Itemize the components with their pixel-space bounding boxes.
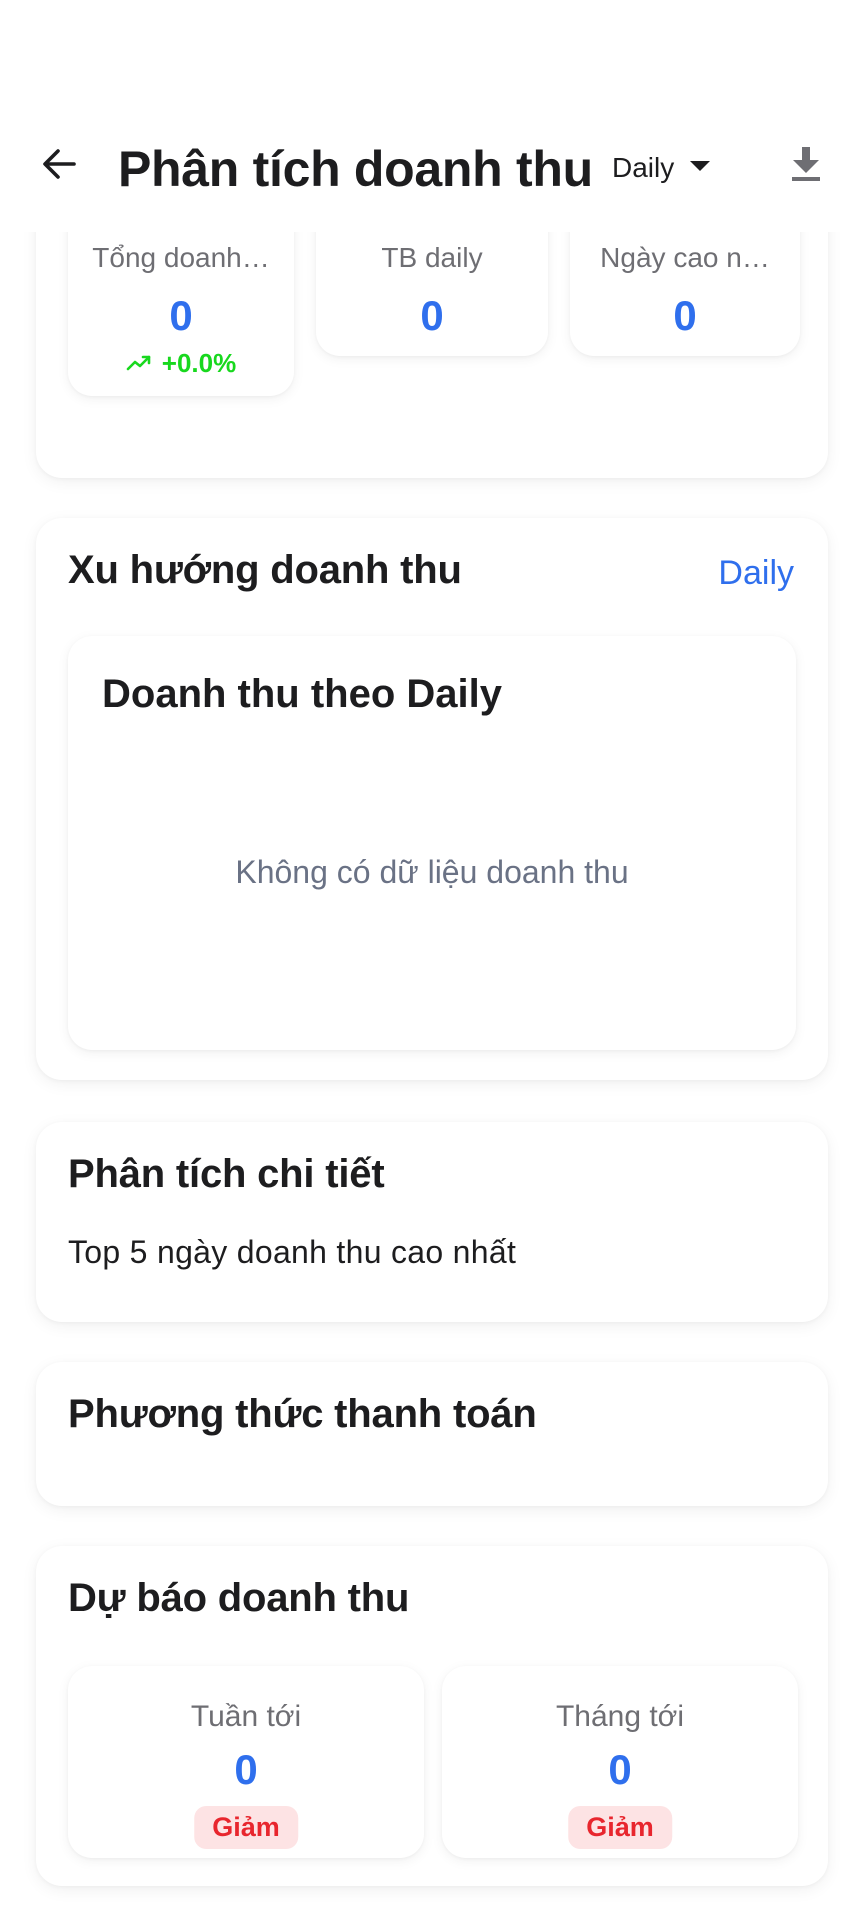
forecast-next-week: Tuần tới 0 Giảm xyxy=(68,1666,424,1858)
period-dropdown-value: Daily xyxy=(612,152,675,183)
chart-title: Doanh thu theo Daily xyxy=(102,672,502,716)
stat-value: 0 xyxy=(169,292,193,339)
forecast-value: 0 xyxy=(234,1746,258,1793)
forecast-label: Tuần tới xyxy=(190,1700,302,1733)
back-button[interactable] xyxy=(34,140,86,192)
stat-label: Ngày cao n… xyxy=(600,242,770,273)
stat-label: TB daily xyxy=(381,242,483,273)
download-icon xyxy=(788,144,824,189)
stat-label: Tổng doanh… xyxy=(92,242,270,273)
period-dropdown[interactable]: Daily xyxy=(612,148,712,188)
section-title: Dự báo doanh thu xyxy=(68,1576,410,1620)
download-button[interactable] xyxy=(780,140,832,192)
forecast-trend-badge: Giảm xyxy=(568,1806,672,1849)
forecast-label: Tháng tới xyxy=(555,1700,685,1733)
section-subtitle: Top 5 ngày doanh thu cao nhất xyxy=(68,1234,517,1270)
forecast-next-month: Tháng tới 0 Giảm xyxy=(442,1666,798,1858)
section-title: Phân tích chi tiết xyxy=(68,1152,385,1196)
trend-period-link[interactable]: Daily xyxy=(718,554,794,593)
revenue-chart: Doanh thu theo Daily Không có dữ liệu do… xyxy=(68,636,796,1050)
revenue-forecast-card: Dự báo doanh thu Tuần tới 0 Giảm Tháng t… xyxy=(36,1546,828,1886)
revenue-analysis-screen: Tổng doanh… 0 +0.0% TB daily 0 Ngày cao … xyxy=(0,0,864,1920)
stat-value: 0 xyxy=(420,292,444,339)
payment-methods-card: Phương thức thanh toán xyxy=(36,1362,828,1506)
caret-down-icon xyxy=(688,159,712,178)
detail-analysis-card: Phân tích chi tiết Top 5 ngày doanh thu … xyxy=(36,1122,828,1322)
summary-card: Tổng doanh… 0 +0.0% TB daily 0 Ngày cao … xyxy=(36,196,828,478)
section-title: Xu hướng doanh thu xyxy=(68,548,462,592)
revenue-trend-card: Xu hướng doanh thu Daily Doanh thu theo … xyxy=(36,518,828,1080)
stat-change-text: +0.0% xyxy=(161,348,237,378)
app-bar: Phân tích doanh thu Daily xyxy=(0,0,864,232)
section-title: Phương thức thanh toán xyxy=(68,1392,537,1436)
page-title: Phân tích doanh thu xyxy=(118,141,593,197)
stat-value: 0 xyxy=(673,292,697,339)
arrow-left-icon xyxy=(40,144,80,189)
forecast-trend-badge: Giảm xyxy=(194,1806,298,1849)
trending-up-icon xyxy=(126,348,152,379)
forecast-value: 0 xyxy=(608,1746,632,1793)
stat-change: +0.0% xyxy=(68,348,294,379)
empty-state-message: Không có dữ liệu doanh thu xyxy=(235,854,629,890)
